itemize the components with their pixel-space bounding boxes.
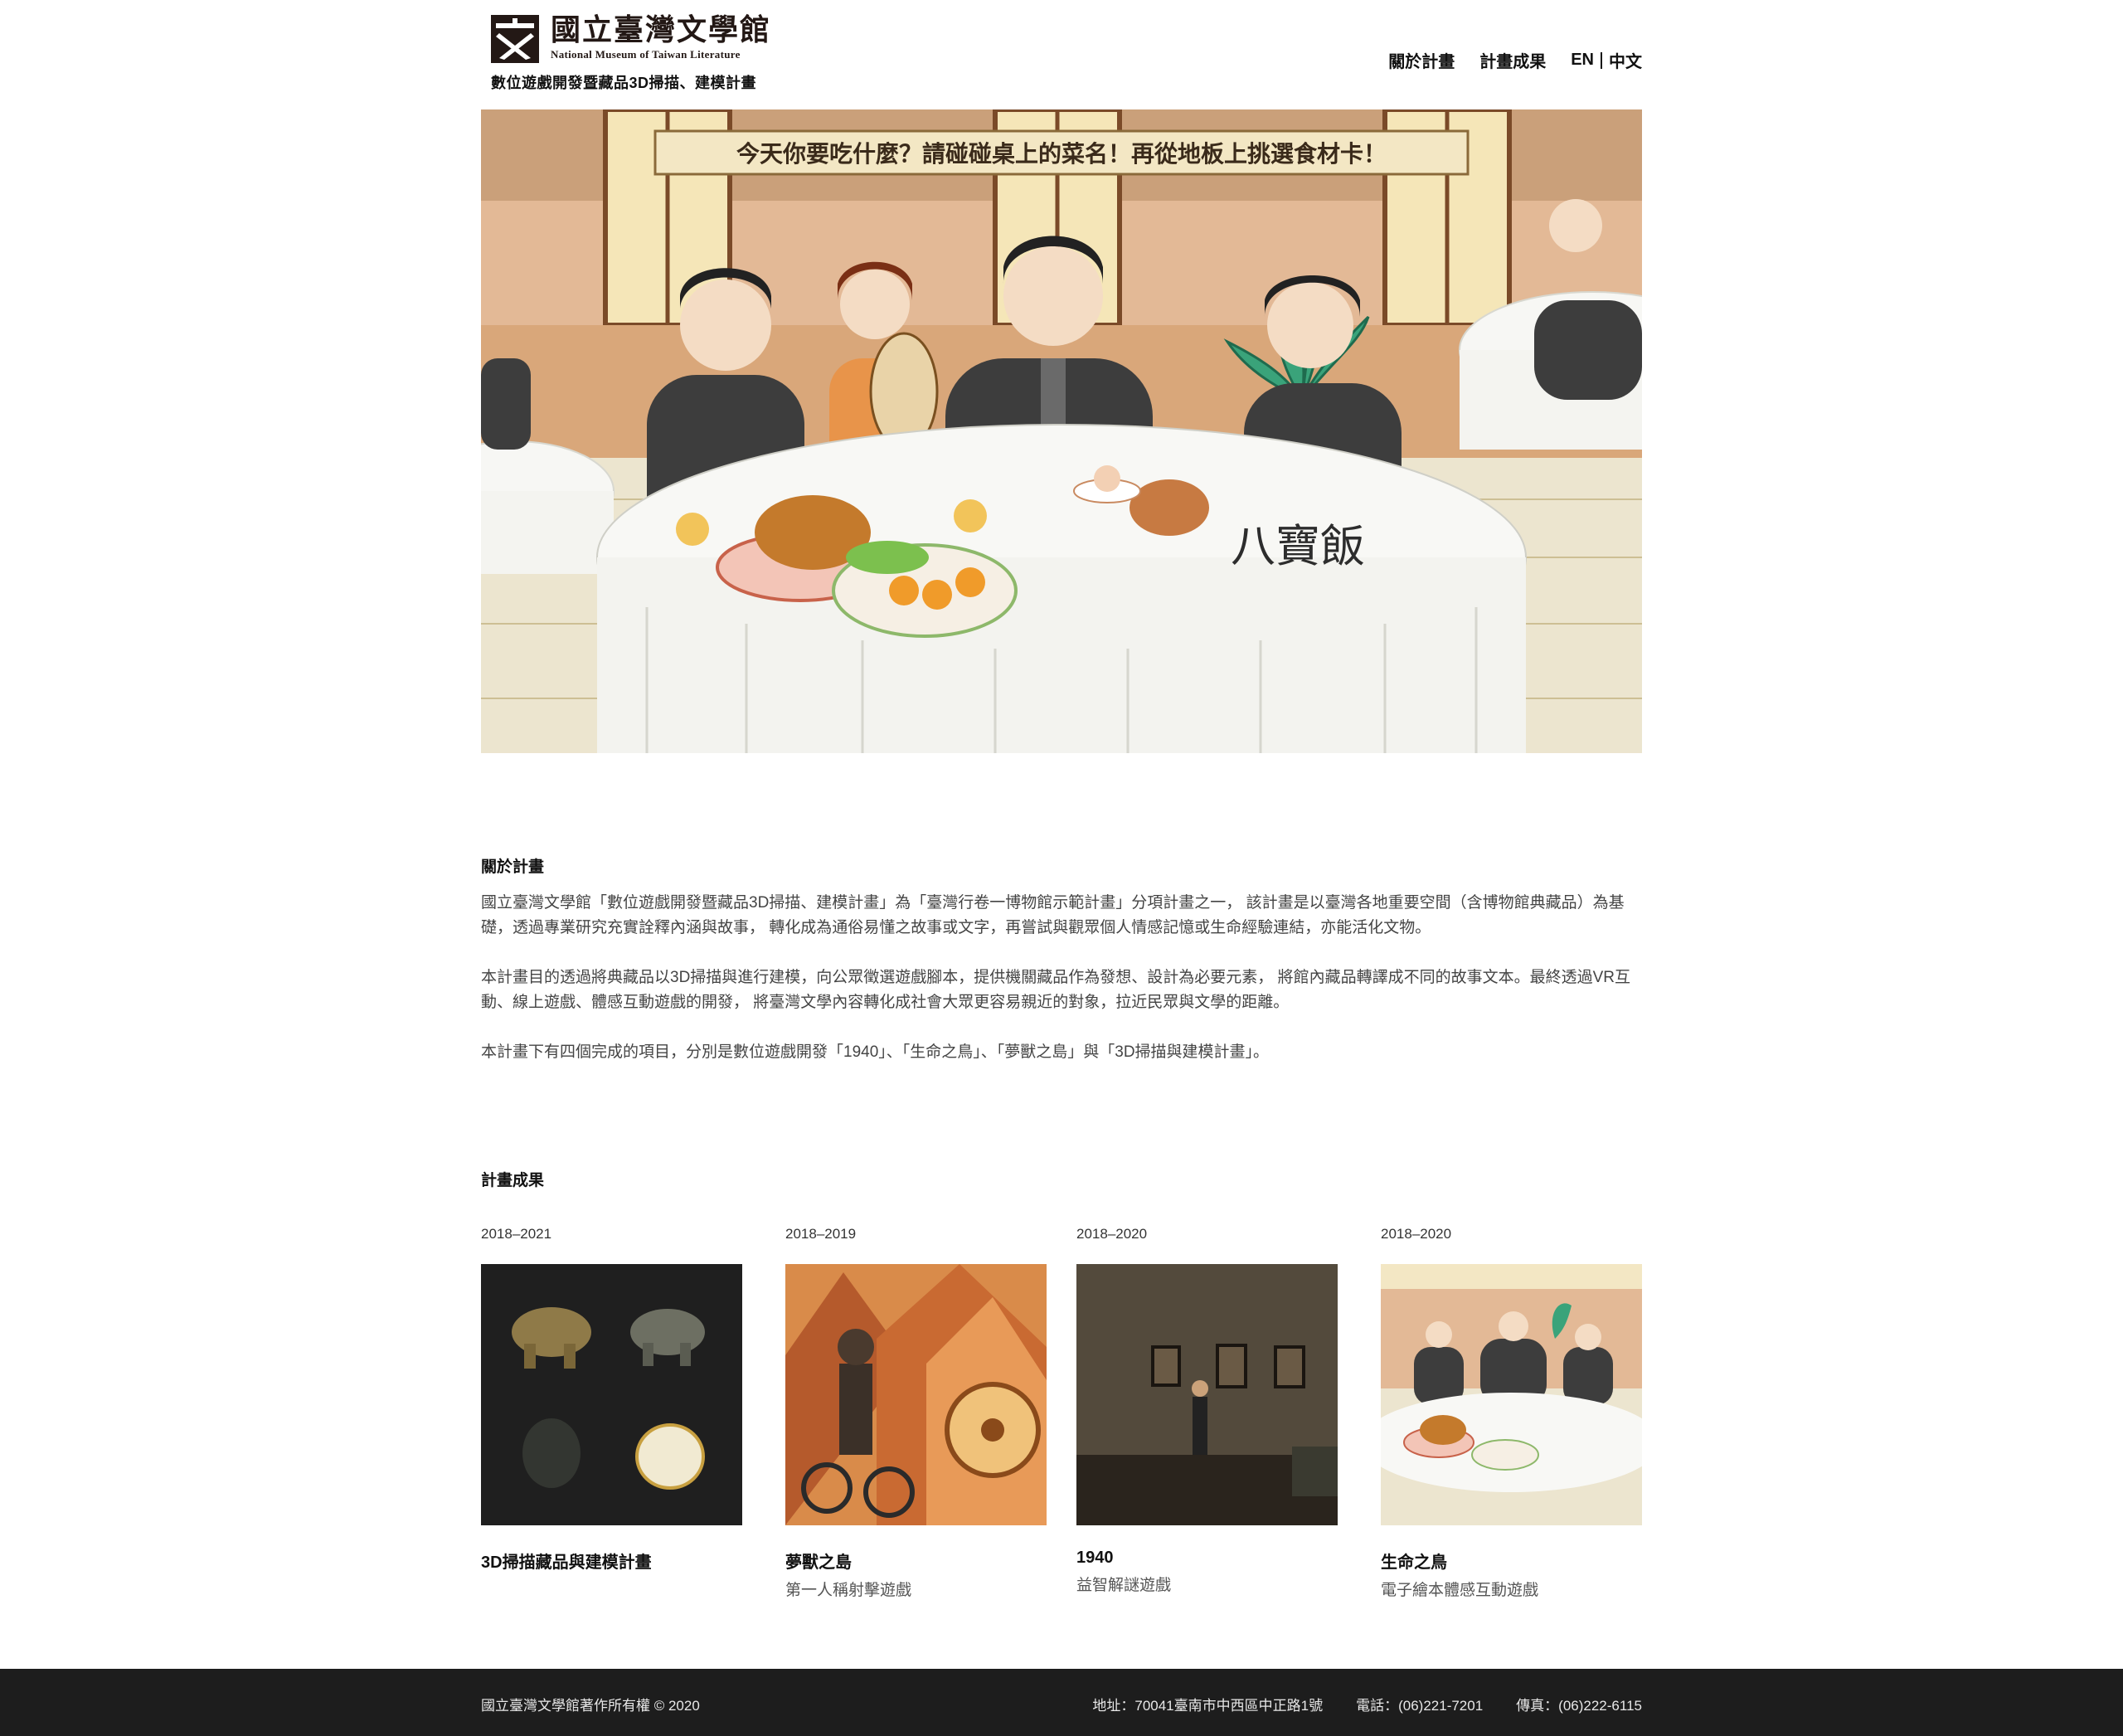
hero-banner-text: 今天你要吃什麼？請碰碰桌上的菜名！再從地板上挑選食材卡！ <box>736 140 1387 168</box>
results-section-title: 計畫成果 <box>481 1172 545 1189</box>
hero-illustration: 今天你要吃什麼？請碰碰桌上的菜名！再從地板上挑選食材卡！ 八寶飯 <box>481 109 1642 753</box>
language-switcher: EN 中文 <box>1571 48 1642 72</box>
footer-phone: 電話：(06)221-7201 <box>1356 1698 1484 1714</box>
nav-results[interactable]: 計畫成果 <box>1479 48 1546 72</box>
result-card-1940[interactable]: 2018–2020 1940 益智解謎遊戲 <box>1076 1226 1338 1595</box>
lang-zh-link[interactable]: 中文 <box>1609 48 1642 72</box>
footer-contact-info: 地址：70041臺南市中西區中正路1號 電話：(06)221-7201 傳真：(… <box>1059 1694 1642 1714</box>
result-card-3d-scan[interactable]: 2018–2021 3D掃描藏品與建模計畫 <box>481 1226 742 1578</box>
logo-chinese-name: 國立臺灣文學館 <box>551 12 772 47</box>
footer-fax: 傳真：(06)222-6115 <box>1516 1698 1642 1714</box>
about-section-body: 國立臺灣文學館「數位遊戲開發暨藏品3D掃描、建模計畫」為「臺灣行卷一博物館示範計… <box>481 891 1642 1090</box>
card-year: 2018–2020 <box>1076 1226 1148 1242</box>
card-subtitle: 第一人稱射擊遊戲 <box>785 1582 912 1599</box>
site-footer: 國立臺灣文學館著作所有權 © 2020 地址：70041臺南市中西區中正路1號 … <box>0 1669 2123 1736</box>
lang-en-link[interactable]: EN <box>1571 51 1594 70</box>
card-subtitle: 益智解謎遊戲 <box>1076 1577 1172 1594</box>
card-title[interactable]: 3D掃描藏品與建模計畫 <box>481 1549 742 1573</box>
site-header: 國立臺灣文學館 National Museum of Taiwan Litera… <box>481 0 1642 108</box>
card-title[interactable]: 夢獸之島 <box>785 1549 1047 1573</box>
logo-english-name: National Museum of Taiwan Literature <box>551 48 741 61</box>
result-card-dream-beast-island[interactable]: 2018–2019 夢獸之島 第一人稱射擊遊戲 <box>785 1226 1047 1600</box>
about-paragraph: 本計畫下有四個完成的項目，分別是數位遊戲開發「1940」、「生命之鳥」、「夢獸之… <box>481 1043 1270 1061</box>
museum-logo[interactable]: 國立臺灣文學館 National Museum of Taiwan Litera… <box>491 13 771 63</box>
card-thumbnail-dream-beast-island[interactable] <box>785 1264 1047 1525</box>
about-section-title: 關於計畫 <box>481 858 545 876</box>
card-subtitle: 電子繪本體感互動遊戲 <box>1381 1582 1539 1599</box>
result-card-bird-of-life[interactable]: 2018–2020 生命之鳥 電子繪本體感互動遊戲 <box>1381 1226 1642 1600</box>
footer-copyright: 國立臺灣文學館著作所有權 © 2020 <box>481 1698 700 1714</box>
card-thumbnail-bird-of-life[interactable] <box>1381 1264 1642 1525</box>
museum-logo-icon <box>491 15 539 63</box>
project-subtitle: 數位遊戲開發暨藏品3D掃描、建模計畫 <box>491 75 757 91</box>
footer-address: 地址：70041臺南市中西區中正路1號 <box>1092 1698 1324 1714</box>
main-nav: 關於計畫 計畫成果 EN 中文 <box>1363 48 1642 72</box>
card-year: 2018–2020 <box>1381 1226 1452 1242</box>
card-year: 2018–2021 <box>481 1226 552 1242</box>
card-thumbnail-1940[interactable] <box>1076 1264 1338 1525</box>
card-title[interactable]: 1940 <box>1076 1549 1338 1568</box>
about-paragraph: 國立臺灣文學館「數位遊戲開發暨藏品3D掃描、建模計畫」為「臺灣行卷一博物館示範計… <box>481 894 1625 936</box>
card-year: 2018–2019 <box>785 1226 857 1242</box>
card-title[interactable]: 生命之鳥 <box>1381 1549 1642 1573</box>
card-thumbnail-3d-artifacts[interactable] <box>481 1264 742 1525</box>
hero-dish-label: 八寶飯 <box>1231 520 1365 572</box>
about-paragraph: 本計畫目的透過將典藏品以3D掃描與進行建模，向公眾徵選遊戲腳本，提供機關藏品作為… <box>481 969 1630 1011</box>
lang-divider <box>1601 51 1602 69</box>
nav-about[interactable]: 關於計畫 <box>1388 48 1455 72</box>
